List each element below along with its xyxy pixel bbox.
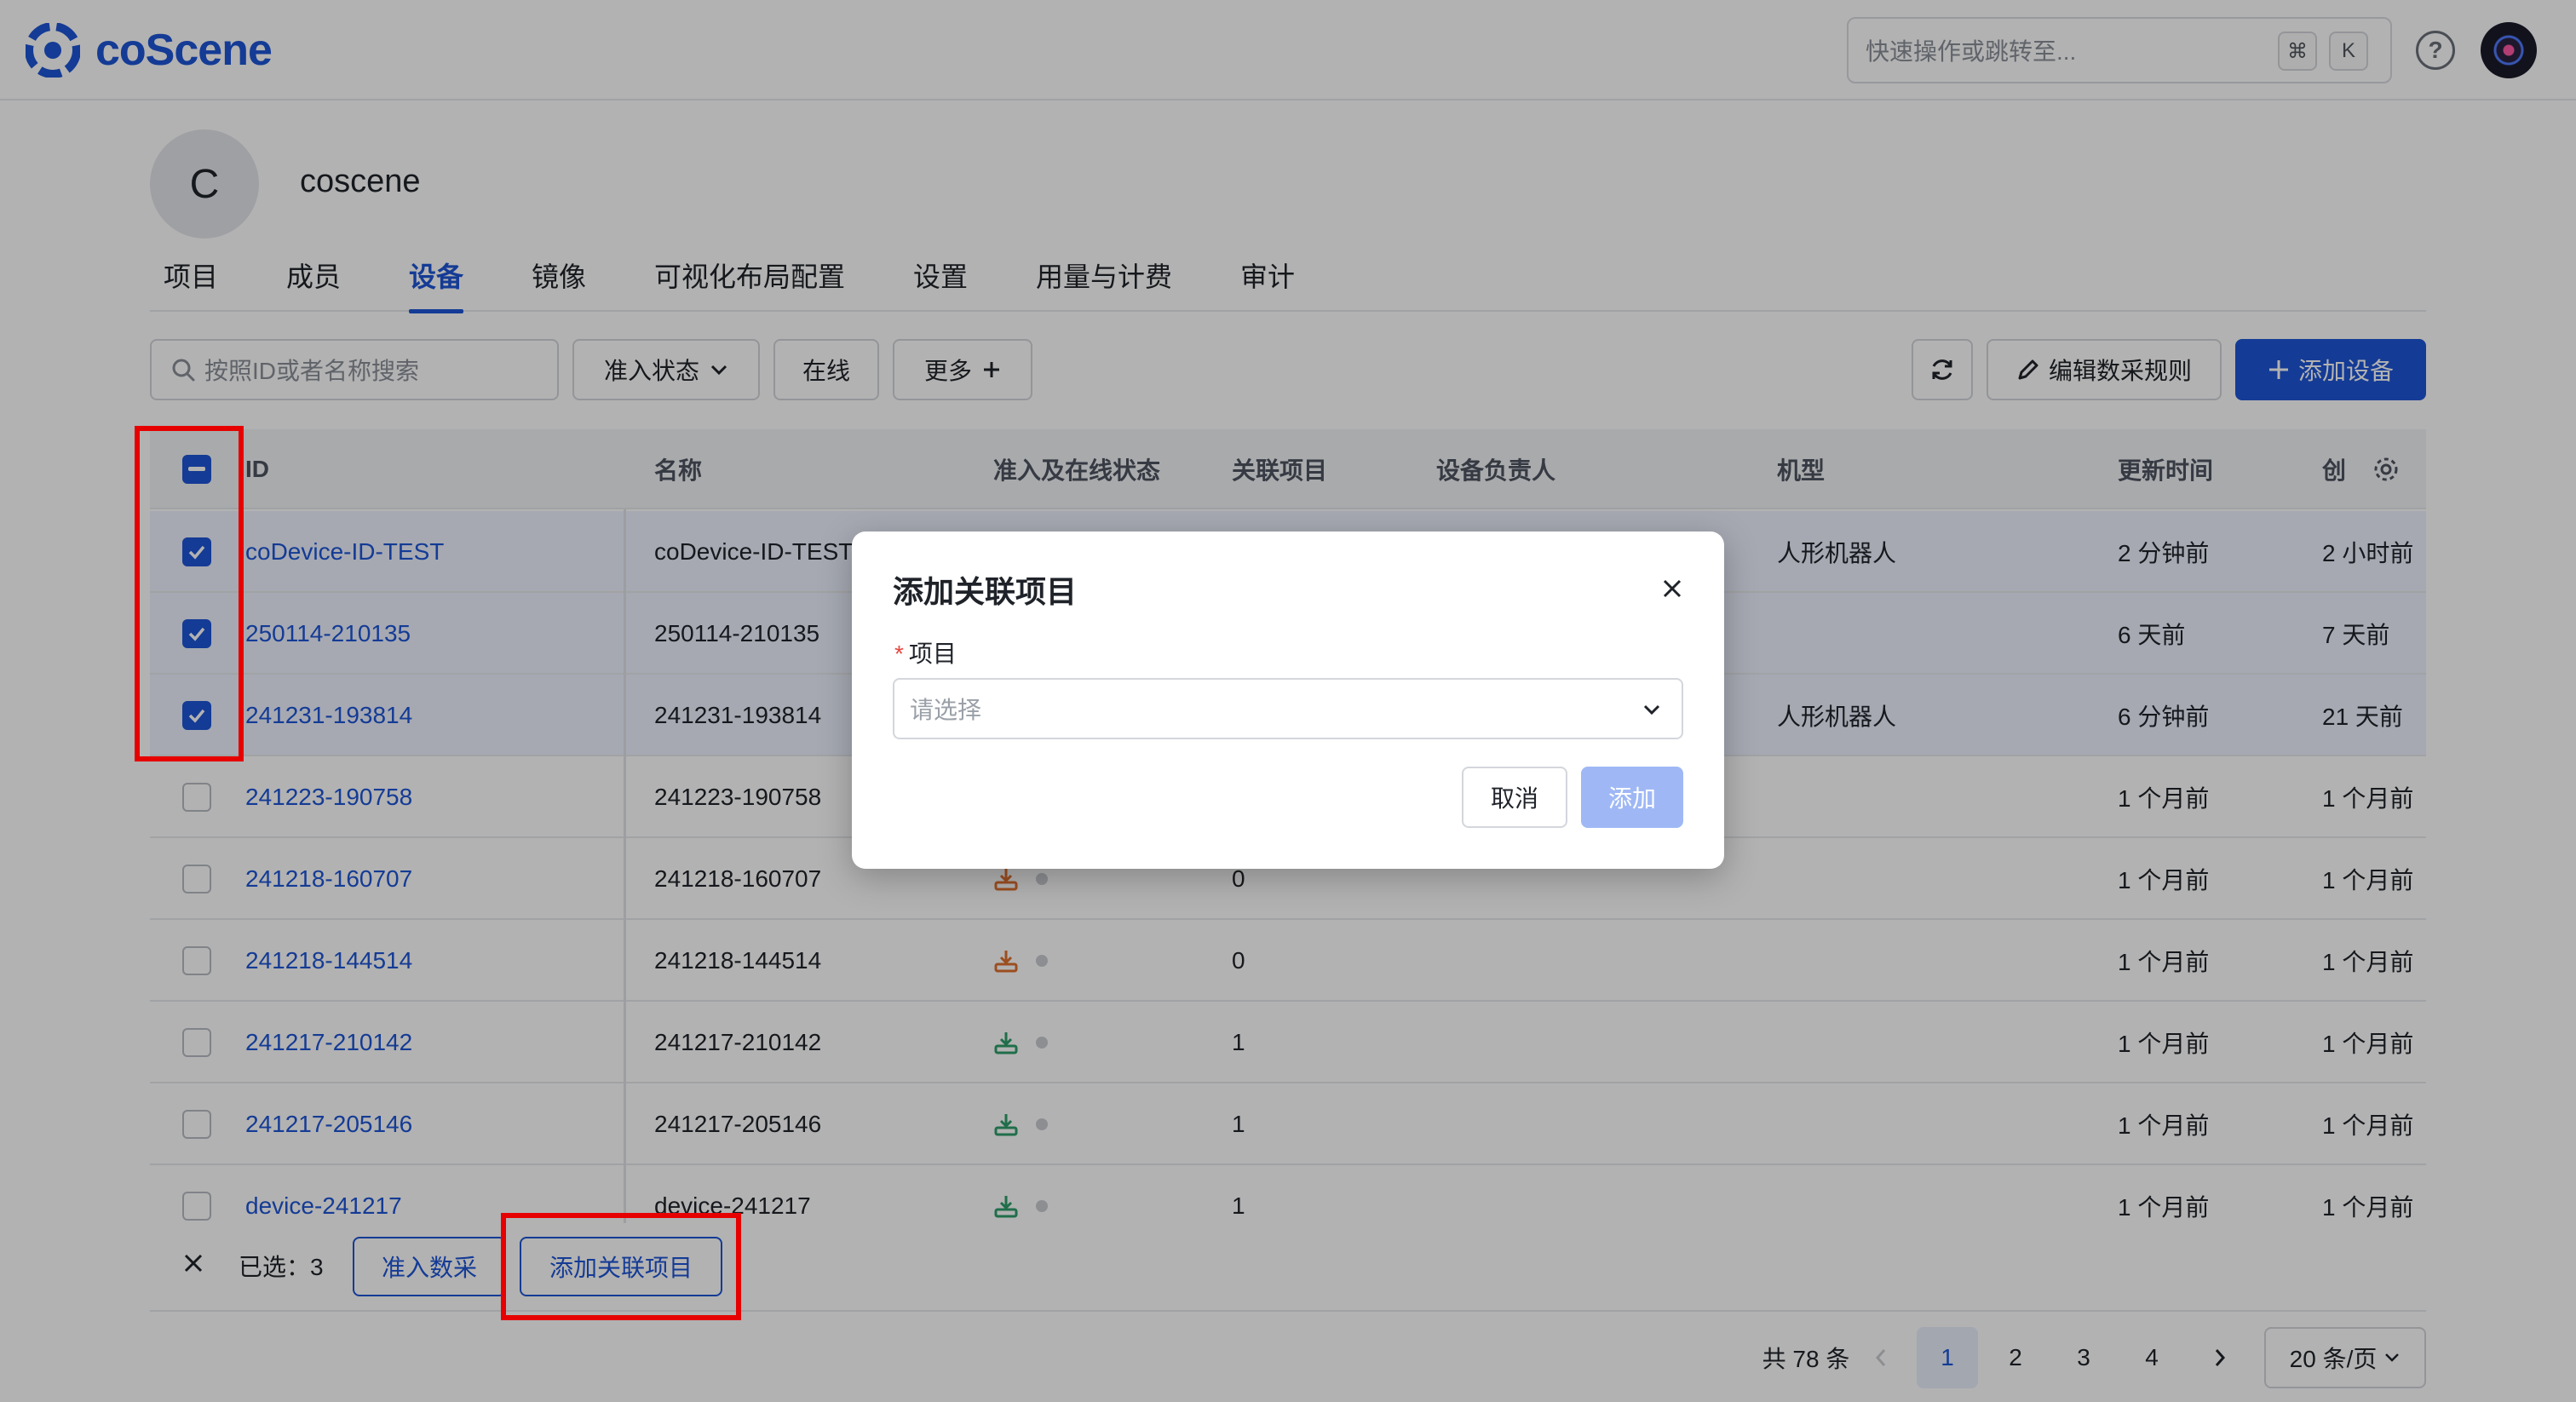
chevron-down-icon — [1641, 698, 1663, 727]
project-select[interactable]: 请选择 — [893, 678, 1683, 739]
add-linked-project-dialog: 添加关联项目 * 项目 请选择 取消 添加 — [852, 531, 1724, 869]
required-mark: * — [894, 641, 904, 667]
dialog-add-button[interactable]: 添加 — [1581, 767, 1683, 828]
project-field-label-text: 项目 — [908, 641, 957, 667]
annotation-highlight-add-project-button — [501, 1213, 741, 1320]
project-field-label: * 项目 — [894, 635, 957, 669]
dialog-title: 添加关联项目 — [893, 574, 1078, 609]
annotation-highlight-checkboxes — [135, 426, 244, 761]
dialog-close-icon[interactable] — [1659, 576, 1685, 606]
dialog-cancel-button[interactable]: 取消 — [1462, 767, 1567, 828]
project-select-placeholder: 请选择 — [910, 697, 982, 723]
